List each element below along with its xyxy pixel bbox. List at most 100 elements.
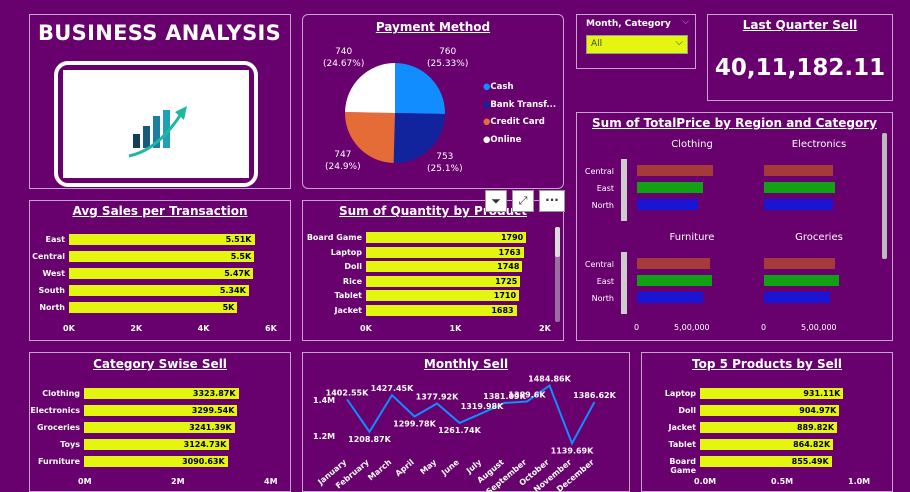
slicer-dropdown[interactable]: All ⌵ [586, 35, 688, 54]
kpi-card: Last Quarter Sell 40,11,182.11 [707, 14, 893, 101]
focus-mode-icon[interactable]: ⤢ [512, 190, 534, 212]
pie-pct-bank: (25.1%) [427, 164, 463, 174]
region-bar-east[interactable] [637, 275, 712, 286]
monthly-line-chart[interactable]: 1.4M 1.2M 1402.55KJanuary1208.87KFebruar… [303, 353, 631, 492]
region-row-scrollbar[interactable] [621, 159, 627, 221]
avg-sales-panel[interactable]: Avg Sales per Transaction East 5.51K Centr… [29, 200, 291, 341]
pie-slice-cash[interactable] [395, 63, 445, 115]
top5-bar[interactable]: 864.82K [700, 439, 834, 450]
category-sell-bar[interactable]: 3323.87K [84, 388, 239, 399]
top5-bar[interactable]: 931.11K [700, 388, 844, 399]
region-scrollbar[interactable] [882, 133, 887, 259]
category-sell-bar[interactable]: 3299.54K [84, 405, 238, 416]
quantity-scroll-thumb[interactable] [555, 227, 560, 257]
slicer-label: Month, Category [586, 19, 671, 29]
payment-method-title: Payment Method [375, 20, 491, 34]
quantity-label: Rice [342, 276, 362, 286]
top5-panel[interactable]: Top 5 Products by Sell Laptop 931.11K Doll… [641, 352, 893, 492]
legend-label-bank: Bank Transf... [490, 99, 557, 110]
region-bar-north[interactable] [637, 199, 698, 210]
payment-legend[interactable]: ●Cash ●Bank Transf... ●Credit Card ●Onli… [483, 79, 556, 149]
avg-sales-value-label: 5.34K [219, 286, 246, 295]
region-bar-central[interactable] [637, 165, 714, 176]
month-tick-label: May [418, 457, 438, 476]
legend-item-credit[interactable]: ●Credit Card [483, 114, 556, 132]
quantity-axis-tick: 2K [539, 324, 551, 333]
quantity-panel[interactable]: Sum of Quantity by Product Board Game 179… [302, 200, 564, 341]
region-label: Central [584, 167, 614, 176]
monthly-sell-panel[interactable]: Monthly Sell 1.4M 1.2M 1402.55K January 12… [302, 352, 630, 492]
legend-item-bank[interactable]: ●Bank Transf... [483, 97, 556, 115]
legend-item-online[interactable]: ●Online [483, 132, 556, 150]
page-title: BUSINESS ANALYSIS [38, 21, 282, 45]
avg-sales-label: South [38, 286, 65, 295]
top5-value-label: 931.11K [803, 389, 841, 398]
category-sell-bar[interactable]: 3090.63K [84, 456, 228, 467]
monthly-data-label: 1389.6K [508, 390, 546, 399]
region-bar-east[interactable] [764, 182, 835, 193]
top5-bar[interactable]: 904.97K [700, 405, 840, 416]
category-sell-value-label: 3323.87K [192, 389, 236, 398]
monthly-data-label: 1386.62K [573, 391, 616, 400]
slicer-collapse-icon[interactable]: ⌵ [682, 17, 689, 27]
pie-slice-online[interactable] [345, 63, 395, 113]
month-tick-label: April [394, 457, 416, 478]
category-sell-bar[interactable]: 3241.39K [84, 422, 235, 433]
filter-icon[interactable]: ⏷ [485, 190, 507, 212]
month-category-slicer[interactable]: Month, Category ⌵ All ⌵ [576, 14, 696, 69]
top5-label: Tablet [668, 440, 696, 449]
quantity-label: Laptop [330, 247, 362, 257]
category-sell-label: Groceries [36, 423, 80, 432]
region-row-scrollbar[interactable] [621, 252, 627, 314]
quantity-scrollbar[interactable] [555, 227, 560, 322]
top5-axis-tick: 0.5M [771, 477, 794, 486]
legend-item-cash[interactable]: ●Cash [483, 79, 556, 97]
avg-sales-bar[interactable]: 5.51K [69, 234, 255, 245]
region-category-panel[interactable]: Sum of TotalPrice by Region and Category… [576, 112, 893, 341]
region-bar-central[interactable] [764, 165, 834, 176]
top5-value-label: 889.82K [796, 423, 835, 432]
region-bar-central[interactable] [637, 258, 710, 269]
avg-sales-bar[interactable]: 5.47K [69, 268, 254, 279]
region-bar-central[interactable] [764, 258, 835, 269]
monthly-data-label: 1484.86K [528, 375, 571, 384]
top5-axis-tick: 0.0M [694, 477, 717, 486]
avg-sales-value-label: 5.51K [225, 235, 252, 244]
top5-bar[interactable]: 889.82K [700, 422, 838, 433]
avg-sales-label: Central [32, 252, 65, 261]
region-bar-north[interactable] [637, 292, 704, 303]
region-bar-east[interactable] [764, 275, 839, 286]
category-sell-axis-tick: 4M [264, 477, 278, 486]
category-sell-panel[interactable]: Category Swise Sell Clothing 3323.87K Elec… [29, 352, 291, 492]
avg-sales-bar[interactable]: 5K [69, 302, 238, 313]
pie-label-online: 740 (24.67%) [323, 46, 364, 70]
pie-value-cash: 760 [439, 47, 457, 57]
y-tick-1-2m: 1.2M [313, 432, 335, 441]
region-axis-tick: 5,00,000 [674, 323, 710, 332]
quantity-bar[interactable]: 1710 [366, 290, 520, 301]
avg-sales-bar[interactable]: 5.5K [69, 251, 255, 262]
chevron-down-icon: ⌵ [675, 37, 683, 48]
legend-label-credit: Credit Card [490, 117, 545, 127]
region-bar-east[interactable] [637, 182, 704, 193]
more-options-icon[interactable]: ··· [539, 190, 565, 212]
region-panel-title: Furniture [669, 232, 715, 243]
quantity-bar[interactable]: 1725 [366, 275, 521, 287]
payment-method-panel[interactable]: Payment Method 760 (25.33%) 753 (25.1%) … [302, 14, 564, 189]
category-sell-axis-tick: 0M [78, 477, 92, 486]
quantity-bar[interactable]: 1763 [366, 246, 524, 258]
pie-pct-credit: (24.9%) [325, 162, 361, 172]
avg-sales-bar[interactable]: 5.34K [69, 285, 249, 296]
region-axis-tick: 0 [761, 323, 767, 332]
top5-bar[interactable]: 855.49K [700, 456, 832, 467]
avg-sales-axis-tick: 4K [197, 324, 210, 333]
quantity-bar[interactable]: 1683 [366, 304, 517, 316]
legend-label-cash: Cash [490, 82, 514, 92]
quantity-bar[interactable]: 1790 [366, 232, 527, 243]
category-sell-bar[interactable]: 3124.73K [84, 439, 230, 450]
month-tick-label: June [439, 457, 461, 478]
top5-value-label: 864.82K [793, 440, 831, 449]
region-bar-north[interactable] [764, 292, 830, 303]
quantity-bar[interactable]: 1748 [366, 261, 523, 272]
region-bar-north[interactable] [764, 199, 834, 210]
